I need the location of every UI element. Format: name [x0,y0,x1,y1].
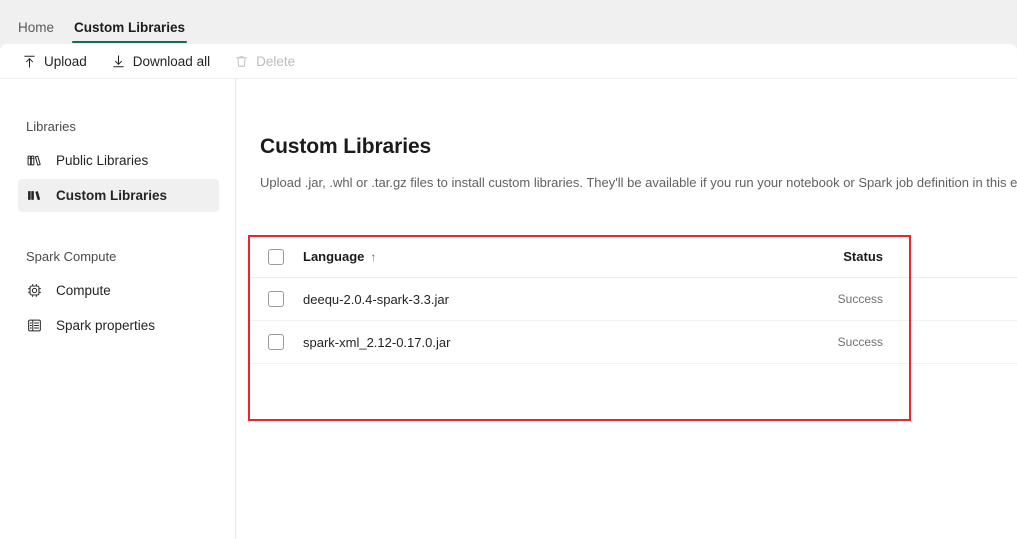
download-icon [111,54,126,69]
main-content: Custom Libraries Upload .jar, .whl or .t… [236,79,1017,539]
sidebar-item-compute-label: Compute [56,283,111,298]
trash-icon [234,54,249,69]
sidebar-item-compute[interactable]: Compute [18,274,219,307]
row-library-name: spark-xml_2.12-0.17.0.jar [303,334,451,350]
upload-label: Upload [44,53,87,69]
public-libraries-icon [26,152,43,169]
column-header-language[interactable]: Language ↑ [303,249,823,264]
tab-custom-libraries-label: Custom Libraries [74,19,186,35]
row-status-badge: Success [837,292,883,306]
upload-button[interactable]: Upload [12,48,97,75]
libraries-table: Language ↑ Status deequ-2.0.4-spark-3.3.… [248,236,1017,364]
compute-chip-icon [26,282,43,299]
custom-libraries-icon [26,187,43,204]
select-all-checkbox[interactable] [268,248,284,265]
sort-ascending-icon: ↑ [370,249,377,264]
upload-icon [22,54,37,69]
tab-custom-libraries[interactable]: Custom Libraries [64,10,195,44]
sidebar-item-spark-properties-label: Spark properties [56,318,156,333]
tab-home-label: Home [18,19,55,35]
tab-home[interactable]: Home [8,10,64,44]
page-title: Custom Libraries [260,135,432,158]
row-checkbox[interactable] [268,291,284,307]
column-header-status[interactable]: Status [823,249,883,264]
row-library-name: deequ-2.0.4-spark-3.3.jar [303,291,449,307]
delete-label: Delete [256,53,296,69]
sidebar: Libraries Public Libraries Custom Librar… [0,79,236,539]
sidebar-item-custom-libraries[interactable]: Custom Libraries [18,179,219,212]
tab-strip: Home Custom Libraries [0,0,1017,44]
command-toolbar: Upload Download all Delete [0,44,1017,79]
spark-properties-icon [26,317,43,334]
delete-button[interactable]: Delete [224,48,305,75]
sidebar-item-public-libraries[interactable]: Public Libraries [18,144,219,177]
workspace: Libraries Public Libraries Custom Librar… [0,79,1017,539]
sidebar-item-spark-properties[interactable]: Spark properties [18,309,219,342]
table-row[interactable]: deequ-2.0.4-spark-3.3.jar Success [248,278,1017,321]
sidebar-item-public-libraries-label: Public Libraries [56,153,149,168]
table-header-row: Language ↑ Status [248,236,1017,278]
row-checkbox[interactable] [268,334,284,350]
sidebar-group-libraries-label: Libraries [26,119,76,134]
table-row[interactable]: spark-xml_2.12-0.17.0.jar Success [248,321,1017,364]
sidebar-group-spark-compute-label: Spark Compute [26,249,117,264]
download-all-button[interactable]: Download all [101,48,220,75]
column-header-language-label: Language [303,249,365,264]
page-description: Upload .jar, .whl or .tar.gz files to in… [260,175,1017,190]
download-all-label: Download all [132,53,211,69]
sidebar-item-custom-libraries-label: Custom Libraries [56,188,168,203]
row-status-badge: Success [837,335,883,349]
